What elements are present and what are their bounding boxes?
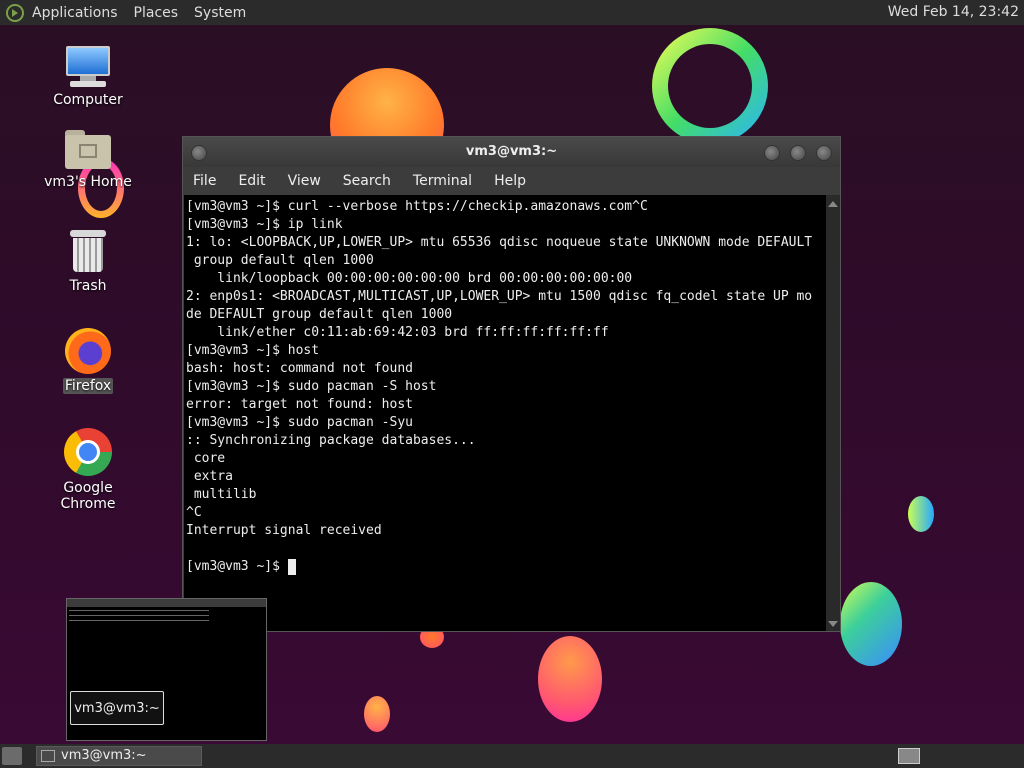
menu-help[interactable]: Help — [494, 173, 526, 189]
wallpaper-pink-blob — [538, 636, 602, 722]
menu-view[interactable]: View — [288, 173, 321, 189]
terminal-output[interactable]: [vm3@vm3 ~]$ curl --verbose https://chec… — [184, 195, 826, 631]
menu-system[interactable]: System — [194, 5, 246, 21]
desktop-icon-label: Google Chrome — [60, 480, 116, 512]
menu-applications[interactable]: Applications — [32, 5, 118, 21]
menu-edit[interactable]: Edit — [238, 173, 265, 189]
close-icon[interactable] — [816, 145, 832, 161]
scroll-down-icon[interactable] — [828, 621, 838, 627]
desktop-icon-label: Computer — [53, 92, 123, 108]
bottom-panel: vm3@vm3:~ — [0, 744, 1024, 768]
terminal-cursor — [287, 558, 296, 575]
chrome-icon — [64, 428, 112, 476]
computer-icon — [64, 46, 112, 88]
menu-file[interactable]: File — [193, 173, 216, 189]
terminal-icon — [41, 749, 55, 762]
trash-icon — [70, 230, 106, 274]
taskbar-terminal-button[interactable]: vm3@vm3:~ — [36, 746, 202, 766]
terminal-window[interactable]: vm3@vm3:~ File Edit View Search Terminal… — [182, 136, 841, 632]
minimize-icon[interactable] — [764, 145, 780, 161]
wallpaper-green-ring — [652, 28, 768, 144]
desktop-icon-trash[interactable]: Trash — [33, 230, 143, 294]
scroll-up-icon[interactable] — [828, 201, 838, 207]
terminal-text: [vm3@vm3 ~]$ curl --verbose https://chec… — [186, 199, 813, 575]
workspace-switcher[interactable] — [898, 748, 920, 764]
maximize-icon[interactable] — [790, 145, 806, 161]
terminal-scrollbar[interactable] — [826, 195, 840, 631]
clock[interactable]: Wed Feb 14, 23:42 — [888, 4, 1019, 20]
desktop-icon-label: Trash — [69, 278, 107, 294]
window-preview-tooltip: vm3@vm3:~ — [70, 691, 164, 725]
desktop-icon-home[interactable]: vm3's Home — [33, 130, 143, 190]
desktop-icon-label: Firefox — [62, 378, 114, 394]
top-panel: Applications Places System Wed Feb 14, 2… — [0, 0, 1024, 25]
desktop-icon-firefox[interactable]: Firefox — [33, 328, 143, 394]
folder-home-icon — [65, 130, 111, 170]
wallpaper-blue-blob — [840, 582, 902, 666]
firefox-icon — [65, 328, 111, 374]
terminal-title: vm3@vm3:~ — [465, 144, 558, 159]
menu-terminal[interactable]: Terminal — [413, 173, 472, 189]
wallpaper-cyan-blob — [908, 496, 934, 532]
terminal-titlebar[interactable]: vm3@vm3:~ — [183, 137, 840, 167]
desktop-icon-computer[interactable]: Computer — [33, 46, 143, 108]
distro-logo-icon[interactable] — [6, 3, 24, 22]
window-menu-icon[interactable] — [191, 145, 207, 161]
desktop-icon-label: vm3's Home — [44, 174, 132, 190]
desktop-icon-chrome[interactable]: Google Chrome — [33, 428, 143, 512]
wallpaper-small-blob — [364, 696, 390, 732]
menu-places[interactable]: Places — [134, 5, 179, 21]
menu-search[interactable]: Search — [343, 173, 391, 189]
taskbar-label: vm3@vm3:~ — [61, 748, 147, 763]
show-desktop-icon[interactable] — [2, 747, 22, 765]
terminal-menubar: File Edit View Search Terminal Help — [183, 167, 840, 195]
